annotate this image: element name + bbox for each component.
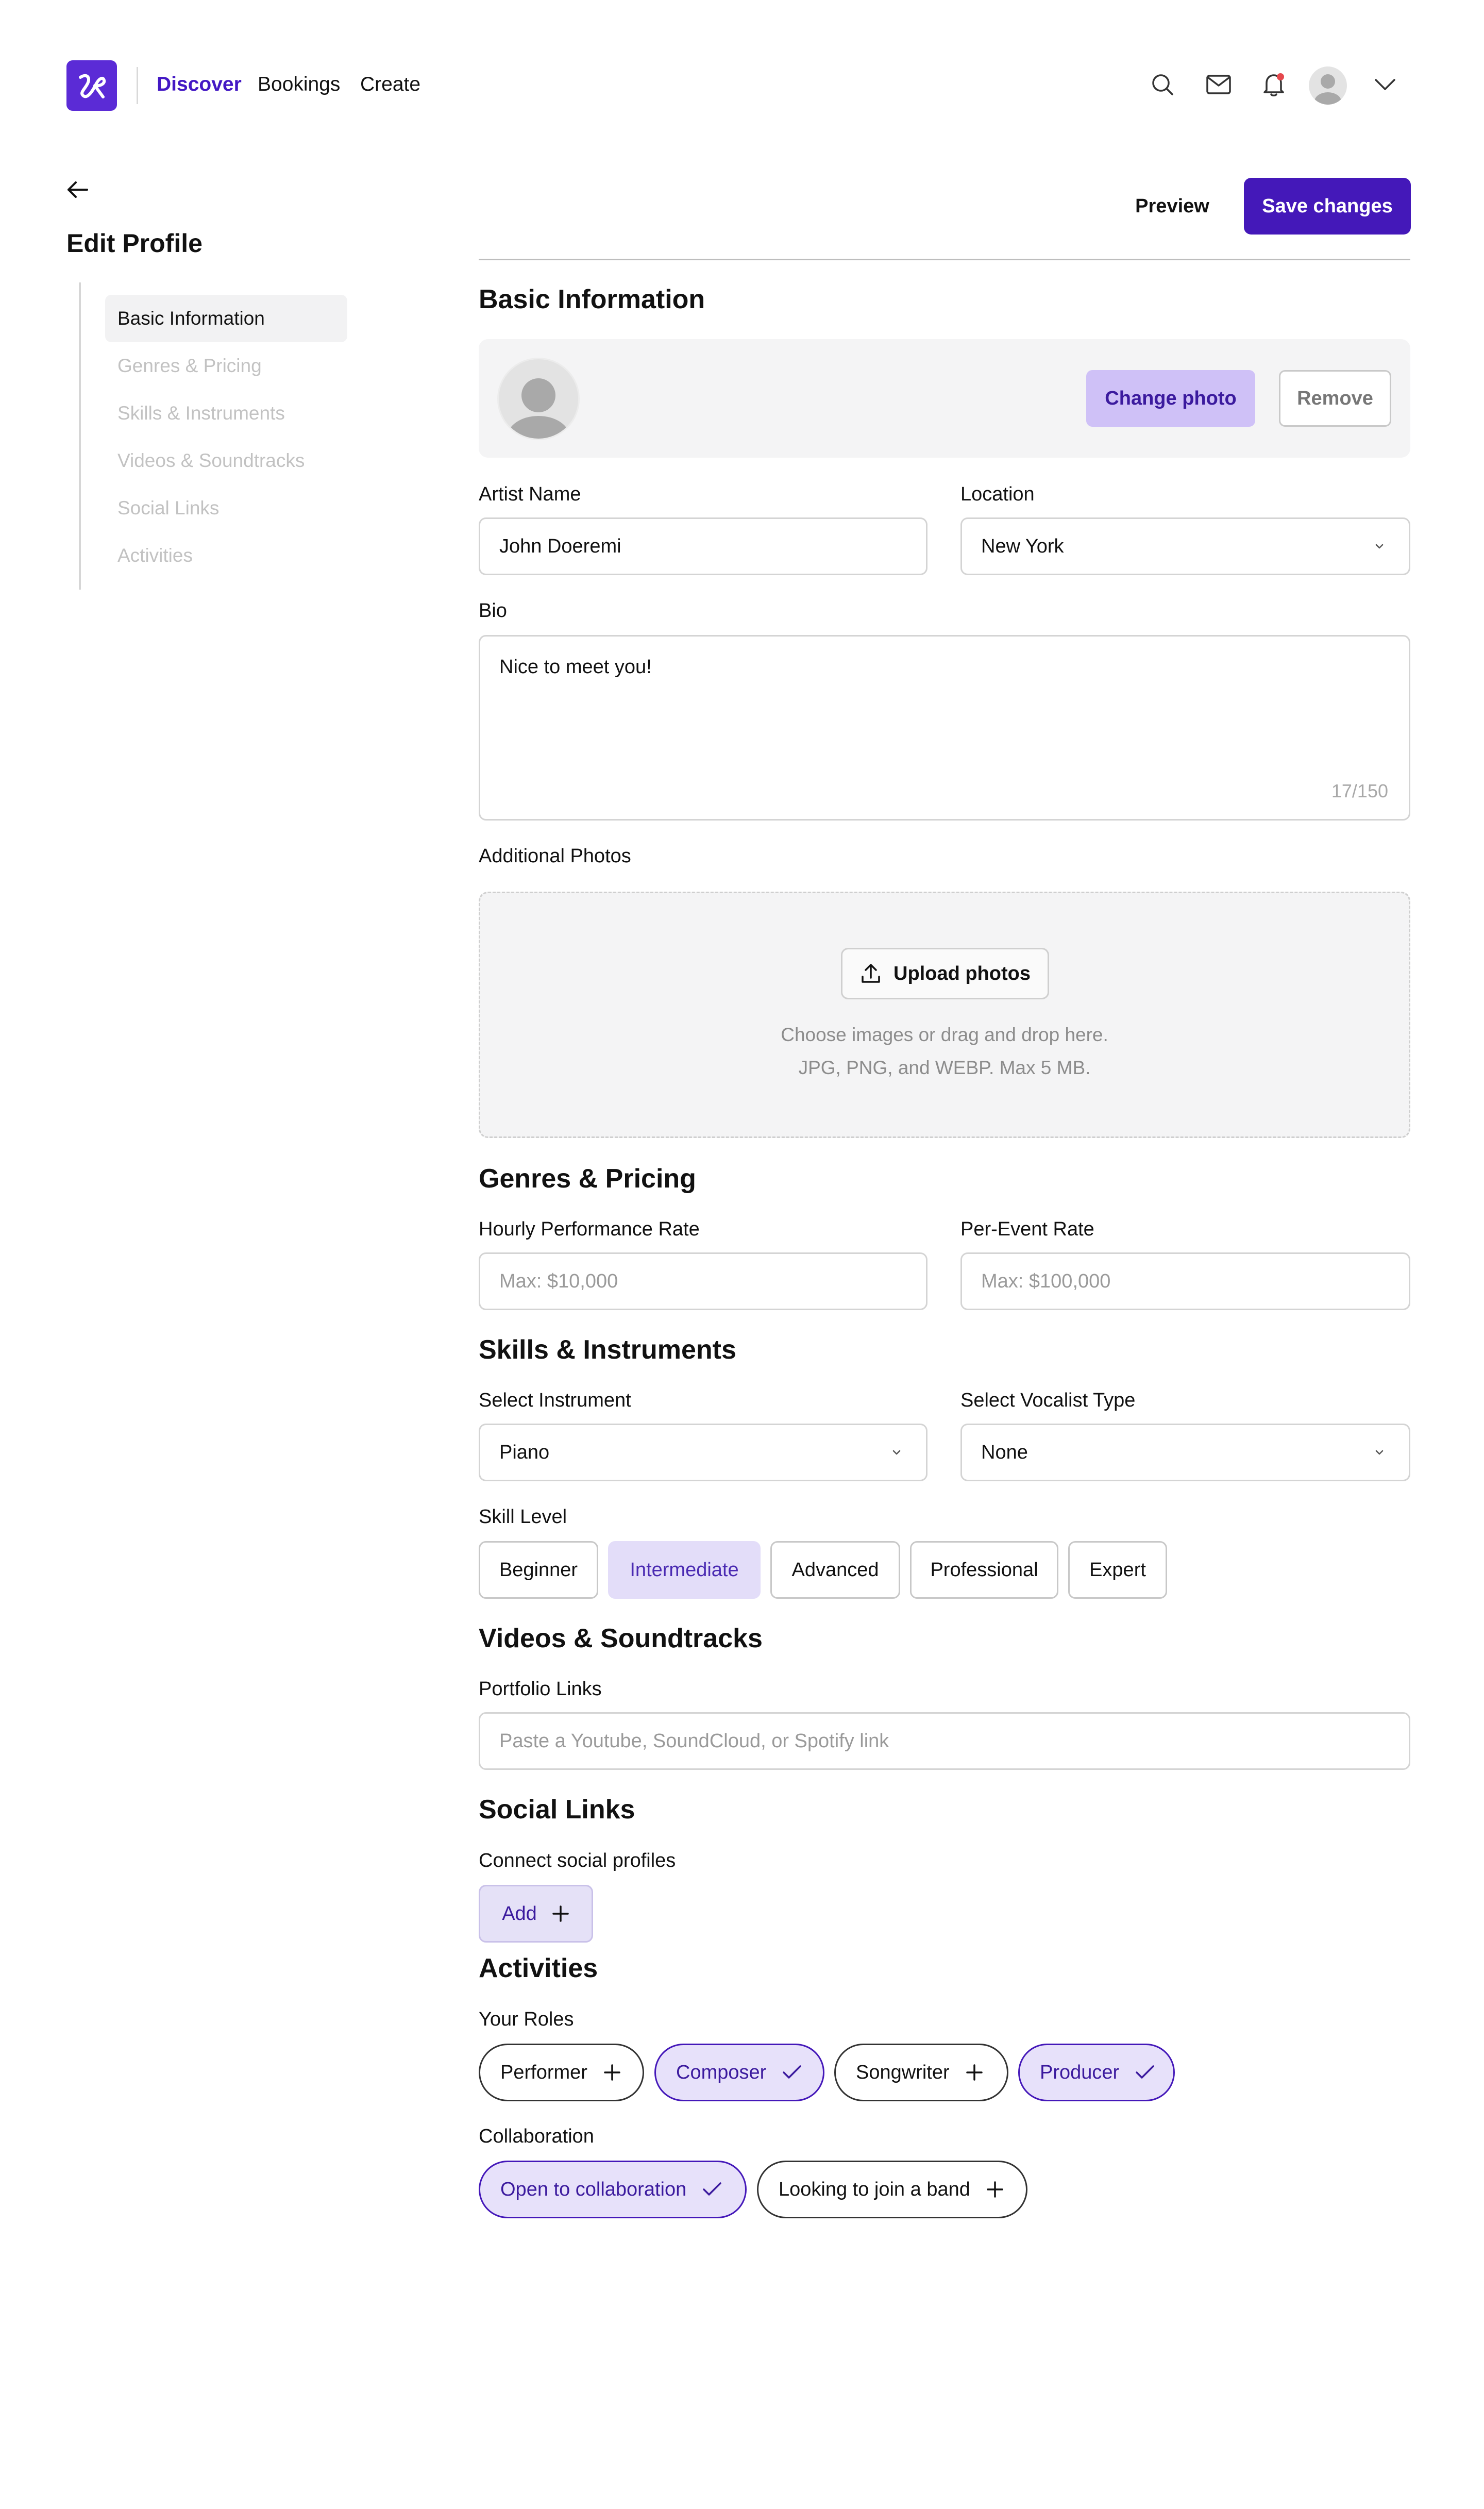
mail-icon[interactable] xyxy=(1199,65,1238,104)
section-title-basic-information: Basic Information xyxy=(479,285,705,314)
preview-button[interactable]: Preview xyxy=(1123,178,1221,235)
add-social-button[interactable]: Add xyxy=(479,1885,593,1943)
upload-photos-button[interactable]: Upload photos xyxy=(841,948,1049,999)
plus-icon xyxy=(987,2181,1003,2198)
instrument-label: Select Instrument xyxy=(479,1390,631,1411)
role-producer-label: Producer xyxy=(1040,2061,1120,2083)
avatar[interactable] xyxy=(1309,66,1347,105)
section-title-videos-soundtracks: Videos & Soundtracks xyxy=(479,1624,763,1653)
profile-photo xyxy=(497,358,580,440)
location-value: New York xyxy=(981,536,1064,557)
hourly-rate-label: Hourly Performance Rate xyxy=(479,1218,700,1240)
artist-name-label: Artist Name xyxy=(479,483,581,505)
chevron-down-icon xyxy=(1375,1450,1384,1455)
connect-social-label: Connect social profiles xyxy=(479,1850,676,1871)
role-producer[interactable]: Producer xyxy=(1018,2044,1175,2101)
skill-level-label: Skill Level xyxy=(479,1506,567,1528)
sidebar-item-activities[interactable]: Activities xyxy=(105,532,347,579)
top-nav: Discover Bookings Create xyxy=(0,0,1484,170)
nav-create[interactable]: Create xyxy=(360,71,420,98)
portfolio-links-label: Portfolio Links xyxy=(479,1678,602,1700)
nav-bookings[interactable]: Bookings xyxy=(258,71,340,98)
vocalist-type-label: Select Vocalist Type xyxy=(960,1390,1136,1411)
sidebar-rail xyxy=(79,282,81,590)
save-changes-button[interactable]: Save changes xyxy=(1244,178,1411,235)
skill-level-beginner[interactable]: Beginner xyxy=(479,1541,598,1599)
instrument-select[interactable]: Piano xyxy=(479,1424,927,1481)
sidebar-item-social-links[interactable]: Social Links xyxy=(105,484,347,532)
portfolio-link-input[interactable]: Paste a Youtube, SoundCloud, or Spotify … xyxy=(479,1712,1410,1770)
upload-icon xyxy=(862,964,880,983)
dropzone-hint: Choose images or drag and drop here. xyxy=(781,1024,1108,1045)
chevron-down-icon xyxy=(1375,544,1384,549)
role-composer[interactable]: Composer xyxy=(654,2044,824,2101)
hourly-rate-input[interactable]: Max: $10,000 xyxy=(479,1252,927,1310)
section-title-skills-instruments: Skills & Instruments xyxy=(479,1335,736,1365)
nav-discover[interactable]: Discover xyxy=(157,71,242,98)
back-arrow-icon[interactable] xyxy=(66,174,97,205)
nav-divider xyxy=(137,67,138,104)
check-icon xyxy=(783,2065,802,2079)
additional-photos-label: Additional Photos xyxy=(479,845,631,867)
role-performer[interactable]: Performer xyxy=(479,2044,644,2101)
app-logo[interactable] xyxy=(66,60,117,111)
vocalist-type-select[interactable]: None xyxy=(960,1424,1410,1481)
role-performer-label: Performer xyxy=(500,2061,587,2083)
section-title-genres-pricing: Genres & Pricing xyxy=(479,1164,696,1194)
role-songwriter-label: Songwriter xyxy=(856,2061,950,2083)
chevron-down-icon xyxy=(892,1450,901,1455)
plus-icon xyxy=(552,1905,569,1922)
skill-level-intermediate[interactable]: Intermediate xyxy=(608,1541,761,1599)
per-event-rate-label: Per-Event Rate xyxy=(960,1218,1094,1240)
sidebar-item-genres-pricing[interactable]: Genres & Pricing xyxy=(105,342,347,390)
check-icon xyxy=(1136,2065,1154,2079)
check-icon xyxy=(703,2182,721,2196)
collab-open[interactable]: Open to collaboration xyxy=(479,2161,747,2218)
instrument-value: Piano xyxy=(499,1442,550,1463)
collaboration-label: Collaboration xyxy=(479,2126,594,2147)
notification-dot xyxy=(1277,73,1284,80)
chevron-down-icon[interactable] xyxy=(1365,65,1405,104)
role-songwriter[interactable]: Songwriter xyxy=(834,2044,1008,2101)
bell-icon[interactable] xyxy=(1254,65,1293,104)
sidebar-item-basic-information[interactable]: Basic Information xyxy=(105,295,347,342)
dropzone-format-hint: JPG, PNG, and WEBP. Max 5 MB. xyxy=(798,1057,1091,1078)
vocalist-type-value: None xyxy=(981,1442,1028,1463)
page-title: Edit Profile xyxy=(66,229,203,258)
plus-icon xyxy=(966,2064,983,2081)
bio-value: Nice to meet you! xyxy=(499,656,652,678)
role-composer-label: Composer xyxy=(676,2061,767,2083)
location-label: Location xyxy=(960,483,1035,505)
collab-open-label: Open to collaboration xyxy=(500,2178,687,2200)
remove-photo-button[interactable]: Remove xyxy=(1279,370,1391,427)
collab-join-band[interactable]: Looking to join a band xyxy=(757,2161,1027,2218)
search-icon[interactable] xyxy=(1143,65,1182,104)
bio-textarea[interactable]: Nice to meet you! 17/150 xyxy=(479,635,1410,821)
artist-name-input[interactable]: John Doeremi xyxy=(479,517,927,575)
upload-photos-label: Upload photos xyxy=(893,962,1031,984)
section-title-social-links: Social Links xyxy=(479,1795,635,1825)
collab-join-band-label: Looking to join a band xyxy=(779,2178,970,2200)
sidebar-item-skills-instruments[interactable]: Skills & Instruments xyxy=(105,390,347,437)
profile-photo-panel: Change photo Remove xyxy=(479,339,1410,458)
bio-label: Bio xyxy=(479,600,507,622)
change-photo-button[interactable]: Change photo xyxy=(1086,370,1255,427)
skill-level-professional[interactable]: Professional xyxy=(910,1541,1058,1599)
logo-icon xyxy=(79,74,106,98)
bio-char-count: 17/150 xyxy=(1331,780,1388,801)
section-title-activities: Activities xyxy=(479,1953,598,1983)
plus-icon xyxy=(604,2064,620,2081)
header-divider xyxy=(479,259,1410,260)
skill-level-expert[interactable]: Expert xyxy=(1068,1541,1167,1599)
skill-level-advanced[interactable]: Advanced xyxy=(770,1541,900,1599)
per-event-rate-input[interactable]: Max: $100,000 xyxy=(960,1252,1410,1310)
photo-dropzone[interactable]: Upload photos Choose images or drag and … xyxy=(479,892,1410,1138)
location-select[interactable]: New York xyxy=(960,517,1410,575)
sidebar-item-videos-soundtracks[interactable]: Videos & Soundtracks xyxy=(105,437,347,484)
your-roles-label: Your Roles xyxy=(479,2009,574,2030)
add-social-label: Add xyxy=(502,1902,537,1925)
